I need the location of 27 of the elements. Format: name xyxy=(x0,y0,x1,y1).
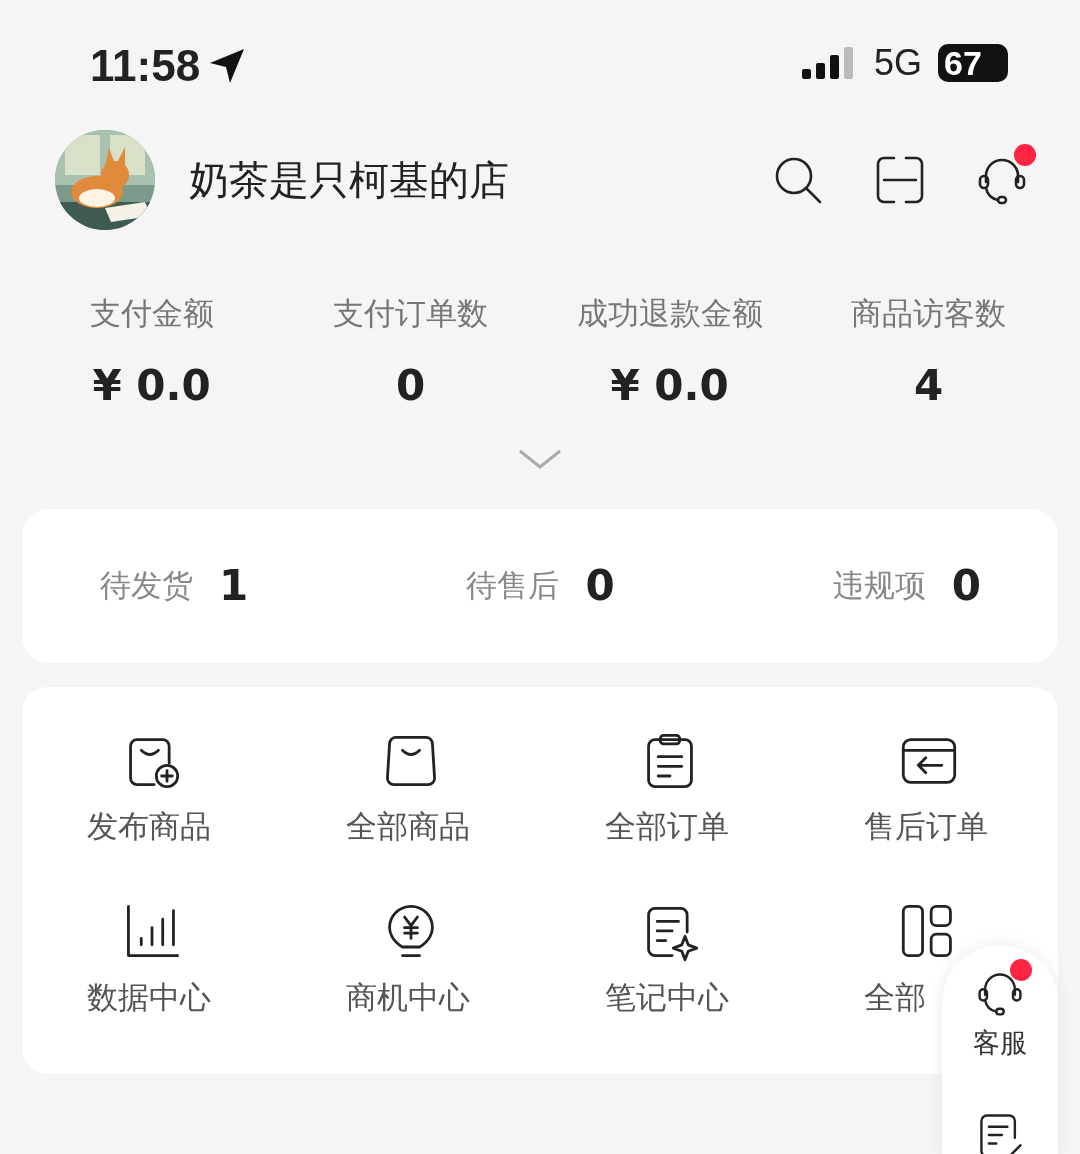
clock-time: 11:58 xyxy=(90,44,201,88)
stat-label: 支付金额 xyxy=(88,294,215,333)
todo-label: 待发货 xyxy=(100,566,193,606)
stat-label: 支付订单数 xyxy=(332,294,489,333)
stat-label: 商品访客数 xyxy=(850,294,1007,333)
battery-indicator: 67 xyxy=(938,44,1008,82)
todo-count: 1 xyxy=(219,560,249,612)
stat-label: 成功退款金额 xyxy=(575,294,764,333)
tool-item[interactable]: 笔记中心 xyxy=(540,902,799,1072)
todo-count: 0 xyxy=(951,560,981,612)
tool-item[interactable]: 售后订单 xyxy=(799,730,1058,901)
stat-value: ¥ 0.0 xyxy=(609,364,730,407)
todo-label: 违规项 xyxy=(832,566,926,606)
tool-item[interactable]: 全部订单 xyxy=(540,730,799,901)
network-label: 5G xyxy=(873,45,922,81)
location-arrow-icon xyxy=(208,47,247,85)
shop-name: 奶茶是只柯基的店 xyxy=(189,156,509,205)
tool-item[interactable]: 商机中心 xyxy=(281,902,540,1072)
tool-item[interactable]: 数据中心 xyxy=(22,902,281,1072)
stat-value: 4 xyxy=(912,364,945,407)
stat-value: 0 xyxy=(394,364,427,407)
tool-item[interactable]: 发布商品 xyxy=(22,730,281,901)
todo-label: 待售后 xyxy=(466,566,560,606)
tool-item[interactable]: 全部商品 xyxy=(281,730,540,901)
stat-value: ¥ 0.0 xyxy=(91,364,212,407)
todo-count: 0 xyxy=(585,560,615,612)
float-button[interactable]: 客服 xyxy=(963,955,1037,1064)
